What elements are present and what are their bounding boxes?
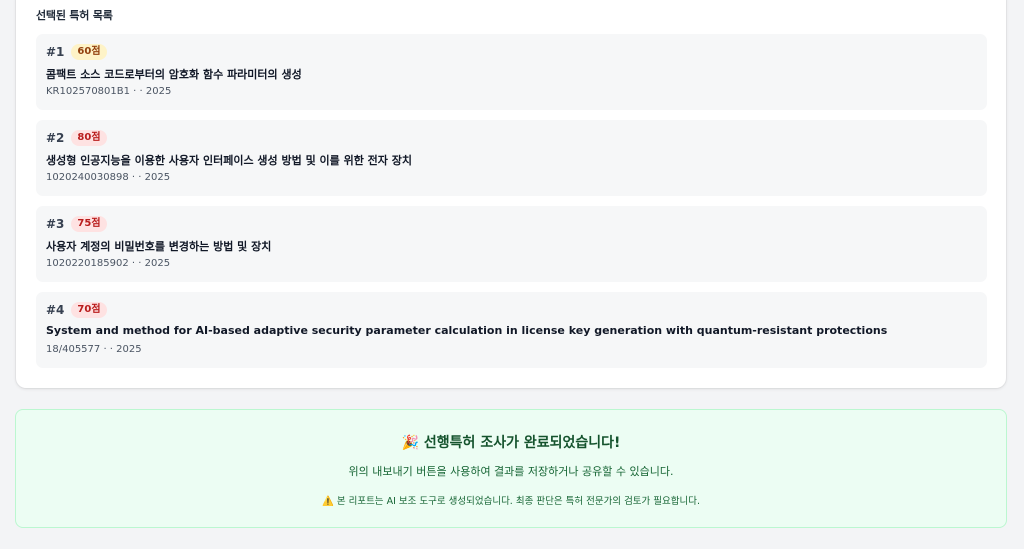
score-badge: 60점 [71,44,107,60]
notice-title: 선행특허 조사가 완료되었습니다! [423,435,621,451]
patent-item[interactable]: #2 80점 생성형 인공지능을 이용한 사용자 인터페이스 생성 방법 및 이… [36,120,987,196]
patent-meta: 1020220185902 · · 2025 [46,258,171,269]
score-badge: 80점 [71,130,107,146]
patent-title: 콤팩트 소스 코드로부터의 암호화 함수 파라미터의 생성 [46,68,302,81]
selected-patents-card: 선택된 특허 목록 #1 60점 콤팩트 소스 코드로부터의 암호화 함수 파라… [16,0,1006,388]
score-badge: 70점 [71,302,107,318]
patent-meta: 18/405577 · · 2025 [46,344,142,355]
party-popper-icon: 🎉 [401,435,420,451]
patent-meta: 1020240030898 · · 2025 [46,172,171,183]
notice-title-row: 🎉 선행특허 조사가 완료되었습니다! [16,432,1006,452]
patent-meta: KR102570801B1 · · 2025 [46,86,172,97]
patent-title: System and method for AI-based adaptive … [46,324,888,337]
completion-notice: 🎉 선행특허 조사가 완료되었습니다! 위의 내보내기 버튼을 사용하여 결과를… [15,409,1007,528]
score-badge: 75점 [71,216,107,232]
patent-item[interactable]: #3 75점 사용자 계정의 비밀번호를 변경하는 방법 및 장치 102022… [36,206,987,282]
patent-item[interactable]: #4 70점 System and method for AI-based ad… [36,292,987,368]
patent-number: #2 [46,131,65,145]
section-title: 선택된 특허 목록 [36,9,113,22]
notice-warning: 본 리포트는 AI 보조 도구로 생성되었습니다. 최종 판단은 특허 전문가의… [336,496,701,507]
patent-list: #1 60점 콤팩트 소스 코드로부터의 암호화 함수 파라미터의 생성 KR1… [36,34,987,378]
patent-title: 사용자 계정의 비밀번호를 변경하는 방법 및 장치 [46,240,272,253]
patent-title: 생성형 인공지능을 이용한 사용자 인터페이스 생성 방법 및 이를 위한 전자… [46,154,412,167]
patent-item[interactable]: #1 60점 콤팩트 소스 코드로부터의 암호화 함수 파라미터의 생성 KR1… [36,34,987,110]
notice-description: 위의 내보내기 버튼을 사용하여 결과를 저장하거나 공유할 수 있습니다. [348,465,674,478]
patent-number: #1 [46,45,65,59]
patent-number: #3 [46,217,65,231]
notice-warning-row: ⚠️ 본 리포트는 AI 보조 도구로 생성되었습니다. 최종 판단은 특허 전… [16,493,1006,507]
warning-icon: ⚠️ [321,496,334,507]
patent-number: #4 [46,303,65,317]
